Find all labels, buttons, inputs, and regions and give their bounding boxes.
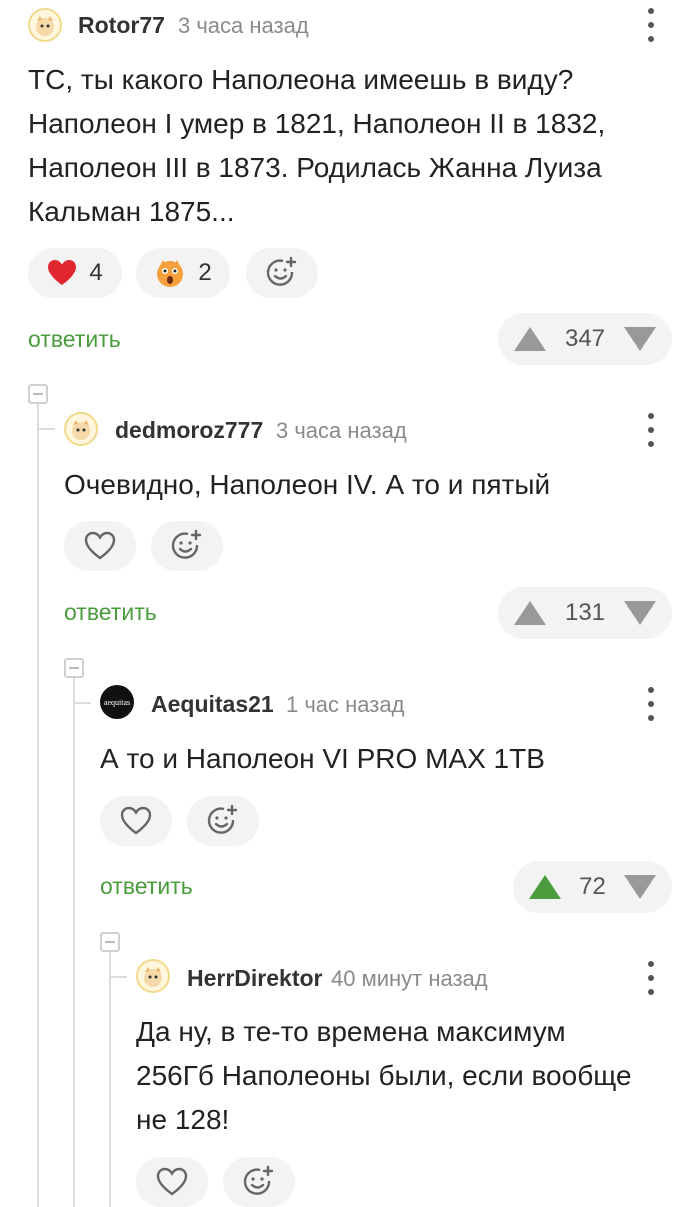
thread-line[interactable] — [109, 950, 111, 1207]
more-options-icon[interactable] — [646, 8, 656, 42]
thread-connector — [37, 428, 55, 430]
rating-count: 347 — [564, 325, 606, 352]
cat-avatar-icon — [72, 420, 90, 440]
collapse-thread-button[interactable] — [64, 658, 84, 678]
downvote-icon[interactable] — [623, 601, 656, 625]
avatar[interactable] — [64, 412, 98, 446]
avatar[interactable] — [28, 8, 62, 42]
like-button[interactable] — [100, 796, 172, 846]
timestamp: 40 минут назад — [331, 966, 488, 991]
thread-line[interactable] — [37, 402, 39, 1207]
add-reaction-button[interactable] — [246, 248, 318, 298]
like-button[interactable] — [136, 1157, 208, 1207]
heart-outline-icon — [120, 806, 152, 835]
vote-box: 347 — [498, 313, 672, 365]
thread-connector — [73, 702, 91, 704]
comment-text: А то и Наполеон VI PRO MAX 1TB — [100, 743, 545, 774]
more-options-icon[interactable] — [646, 961, 656, 995]
reply-link[interactable]: ответить — [64, 599, 157, 626]
shocked-face-icon — [157, 260, 184, 287]
aequitas-logo-icon: aequitas — [104, 698, 130, 707]
username[interactable]: Rotor77 — [78, 12, 165, 39]
cat-avatar-icon — [36, 16, 54, 36]
rating-count: 131 — [564, 599, 606, 626]
reaction-heart[interactable]: 4 — [28, 248, 122, 298]
vote-box: 72 — [513, 861, 672, 913]
more-options-icon[interactable] — [646, 687, 656, 721]
more-options-icon[interactable] — [646, 413, 656, 447]
svg-text:aequitas: aequitas — [104, 698, 130, 707]
thread-line[interactable] — [73, 676, 75, 1207]
reaction-shocked[interactable]: 2 — [136, 248, 230, 298]
vote-box: 131 — [498, 587, 672, 639]
like-button[interactable] — [64, 521, 136, 571]
downvote-icon[interactable] — [623, 875, 656, 899]
reply-link[interactable]: ответить — [28, 326, 121, 353]
timestamp: 3 часа назад — [178, 13, 309, 38]
heart-outline-icon — [156, 1167, 188, 1196]
upvote-icon[interactable] — [514, 601, 546, 625]
add-reaction-button[interactable] — [151, 521, 223, 571]
cat-avatar-icon — [144, 967, 162, 987]
username[interactable]: dedmoroz777 — [115, 417, 263, 444]
add-emoji-icon — [207, 804, 238, 834]
collapse-thread-button[interactable] — [28, 384, 48, 404]
username[interactable]: Aequitas21 — [151, 691, 274, 718]
add-emoji-icon — [266, 256, 297, 286]
rating-count: 72 — [579, 873, 606, 900]
avatar[interactable]: aequitas — [100, 685, 134, 719]
comment-text: Очевидно, Наполеон IV. А то и пятый — [64, 469, 551, 500]
heart-icon — [48, 260, 77, 285]
upvote-icon[interactable] — [514, 327, 546, 351]
username[interactable]: HerrDirektor — [187, 965, 323, 992]
thread-connector — [109, 976, 127, 978]
add-emoji-icon — [171, 529, 202, 559]
collapse-thread-button[interactable] — [100, 932, 120, 952]
add-reaction-button[interactable] — [223, 1157, 295, 1207]
timestamp: 1 час назад — [286, 692, 405, 717]
reaction-count: 2 — [198, 259, 212, 286]
comment-text: ТС, ты какого Наполеона имеешь в виду? Н… — [28, 64, 606, 227]
reaction-count: 4 — [89, 259, 103, 286]
upvote-icon-active[interactable] — [529, 875, 561, 899]
reply-link[interactable]: ответить — [100, 873, 193, 900]
avatar[interactable] — [136, 959, 170, 993]
add-emoji-icon — [243, 1165, 274, 1195]
comment-text: Да ну, в те-то времена максимум 256Гб На… — [136, 1016, 632, 1135]
add-reaction-button[interactable] — [187, 796, 259, 846]
heart-outline-icon — [84, 531, 116, 560]
downvote-icon[interactable] — [623, 327, 656, 351]
timestamp: 3 часа назад — [276, 418, 407, 443]
